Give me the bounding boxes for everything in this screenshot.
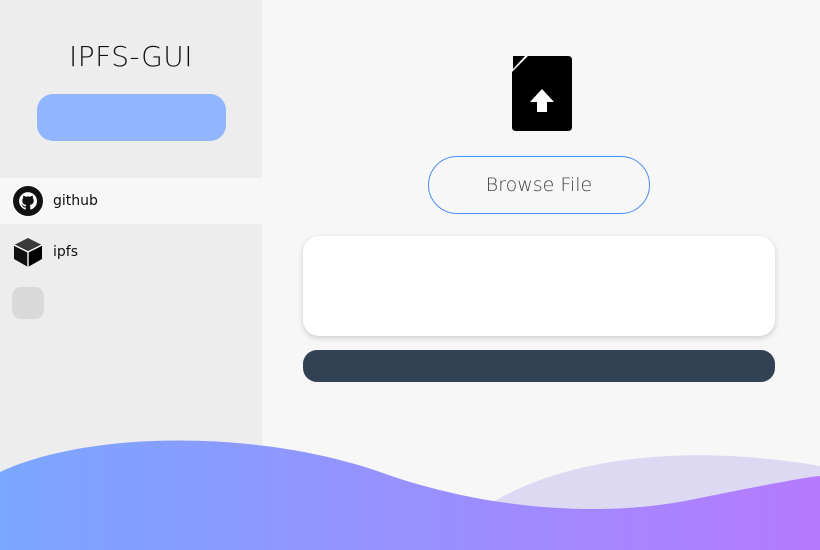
result-card bbox=[303, 236, 775, 336]
sidebar-item-ipfs[interactable]: ipfs bbox=[0, 229, 262, 275]
github-icon bbox=[12, 185, 44, 217]
browse-file-button[interactable]: Browse File bbox=[428, 156, 650, 214]
sidebar-item-label: github bbox=[53, 193, 98, 209]
sidebar-placeholder-chip[interactable] bbox=[12, 287, 44, 319]
sidebar-item-github[interactable]: github bbox=[0, 178, 262, 224]
action-bar[interactable] bbox=[303, 350, 775, 382]
file-upload-icon bbox=[511, 56, 573, 132]
app-title: IPFS-GUI bbox=[68, 40, 194, 73]
sidebar-item-label: ipfs bbox=[53, 244, 78, 260]
wave-decoration bbox=[0, 440, 820, 550]
cube-icon bbox=[12, 236, 44, 268]
sidebar-primary-button[interactable] bbox=[37, 94, 226, 141]
